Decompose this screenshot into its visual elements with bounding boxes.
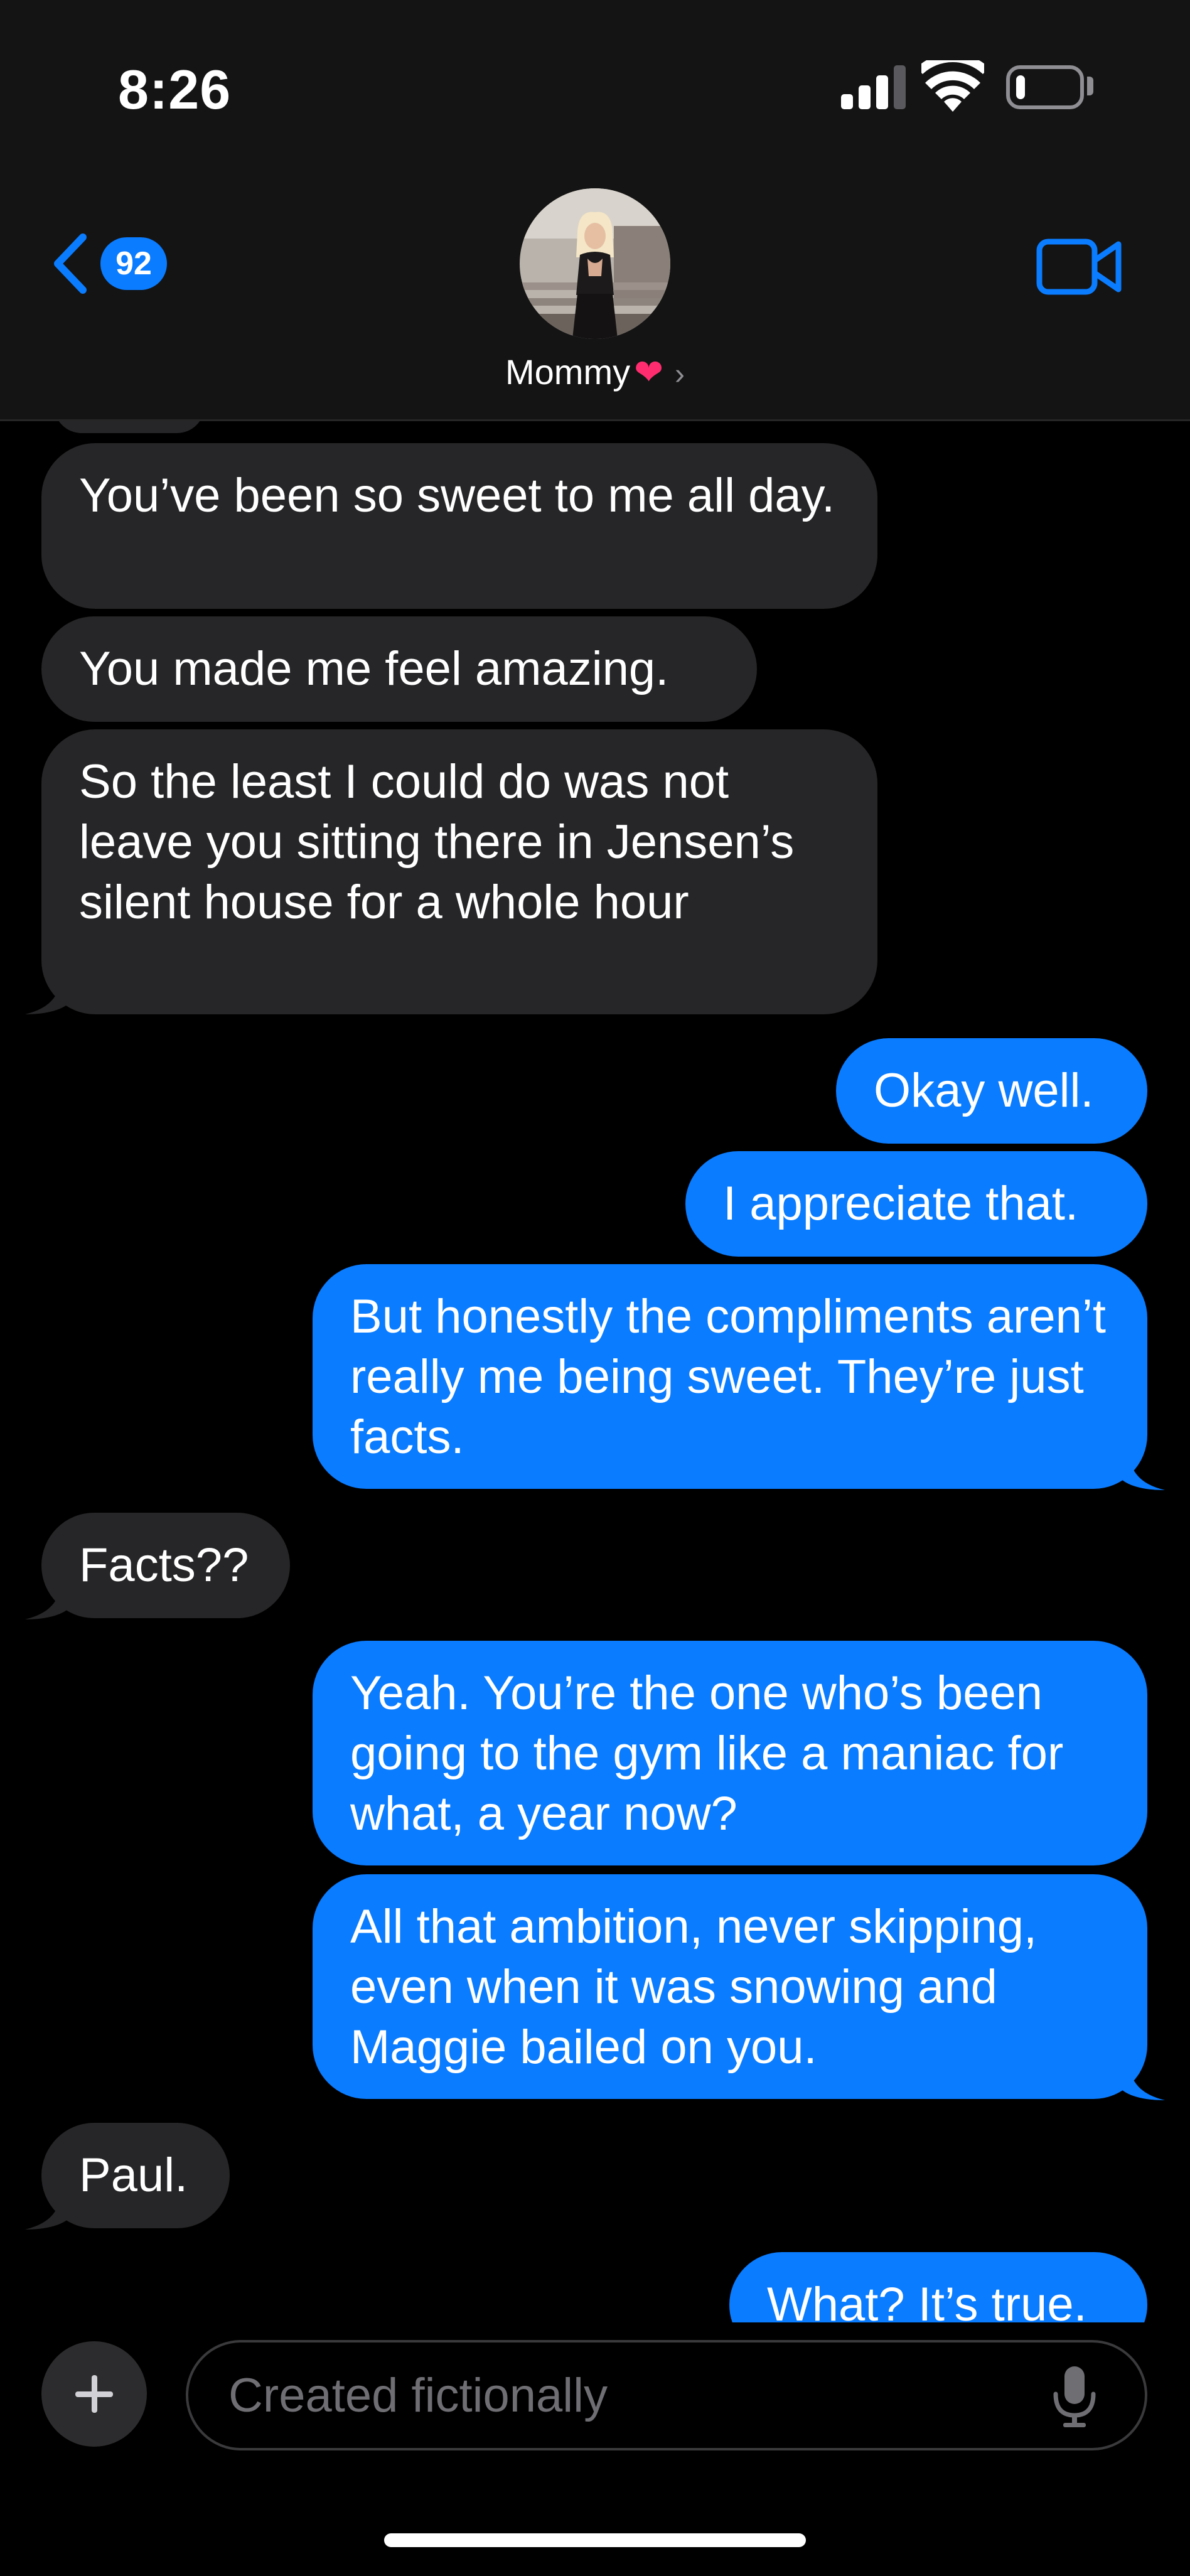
- message-bubble-outgoing[interactable]: Okay well.: [836, 1038, 1147, 1144]
- bubble-tail: [1115, 1440, 1165, 1490]
- back-button[interactable]: 92: [44, 226, 176, 301]
- messages-screen: You’ve been so sweet to me all day. You …: [0, 0, 1190, 2576]
- message-text: Okay well.: [874, 1064, 1094, 1117]
- message-bubble-outgoing[interactable]: What? It’s true.: [729, 2252, 1147, 2322]
- home-indicator[interactable]: [384, 2533, 806, 2547]
- contact-name-button[interactable]: Mommy ❤ ›: [0, 352, 1190, 393]
- message-text: I appreciate that.: [723, 1177, 1079, 1230]
- message-composer[interactable]: [186, 2340, 1147, 2450]
- message-text: You’ve been so sweet to me all day.: [79, 469, 835, 522]
- message-text: Paul.: [79, 2149, 188, 2202]
- message-text: Facts??: [79, 1538, 249, 1592]
- message-input[interactable]: [228, 2343, 1044, 2448]
- heart-icon: ❤: [634, 352, 664, 392]
- battery-level: [1016, 75, 1025, 99]
- message-text: But honestly the compliments aren’t real…: [350, 1290, 1106, 1464]
- microphone-icon[interactable]: [1049, 2365, 1100, 2428]
- message-bubble-incoming[interactable]: You’ve been so sweet to me all day.: [41, 443, 877, 609]
- wifi-icon: [921, 60, 984, 112]
- unread-count-badge: 92: [100, 237, 167, 290]
- bubble-tail: [25, 964, 75, 1014]
- video-camera-icon[interactable]: [1036, 235, 1123, 298]
- contact-avatar[interactable]: [520, 188, 670, 339]
- message-text: All that ambition, never skipping, even …: [350, 1900, 1037, 2074]
- plus-icon-stroke: [92, 2375, 97, 2413]
- bubble-tail: [1115, 2050, 1165, 2100]
- battery-icon: [1006, 65, 1084, 109]
- message-bubble-incoming[interactable]: You made me feel amazing.: [41, 616, 757, 722]
- cellular-signal-icon: [841, 65, 906, 109]
- message-text: So the least I could do was not leave yo…: [79, 755, 795, 929]
- message-bubble-outgoing[interactable]: All that ambition, never skipping, even …: [313, 1874, 1147, 2099]
- avatar-photo: [520, 188, 670, 339]
- message-bubble-outgoing[interactable]: But honestly the compliments aren’t real…: [313, 1264, 1147, 1489]
- message-bubble-incoming[interactable]: Facts??: [41, 1513, 290, 1618]
- conversation-header: 8:26 92 Mommy ❤ ›: [0, 0, 1190, 421]
- message-text: What? It’s true.: [767, 2278, 1087, 2322]
- message-bubble-incoming[interactable]: So the least I could do was not leave yo…: [41, 729, 877, 1014]
- battery-tip: [1087, 77, 1093, 95]
- contact-name: Mommy: [505, 352, 631, 392]
- message-bubble-outgoing[interactable]: Yeah. You’re the one who’s been going to…: [313, 1641, 1147, 1865]
- status-time: 8:26: [118, 58, 232, 121]
- chevron-left-icon: [54, 233, 87, 294]
- message-text: You made me feel amazing.: [79, 642, 669, 695]
- message-bubble-outgoing[interactable]: I appreciate that.: [685, 1151, 1147, 1257]
- bubble-tail: [25, 1569, 75, 1619]
- chevron-right-icon: ›: [675, 358, 685, 391]
- bubble-tail: [25, 2179, 75, 2230]
- plus-button[interactable]: [41, 2341, 147, 2447]
- message-text: Yeah. You’re the one who’s been going to…: [350, 1666, 1064, 1840]
